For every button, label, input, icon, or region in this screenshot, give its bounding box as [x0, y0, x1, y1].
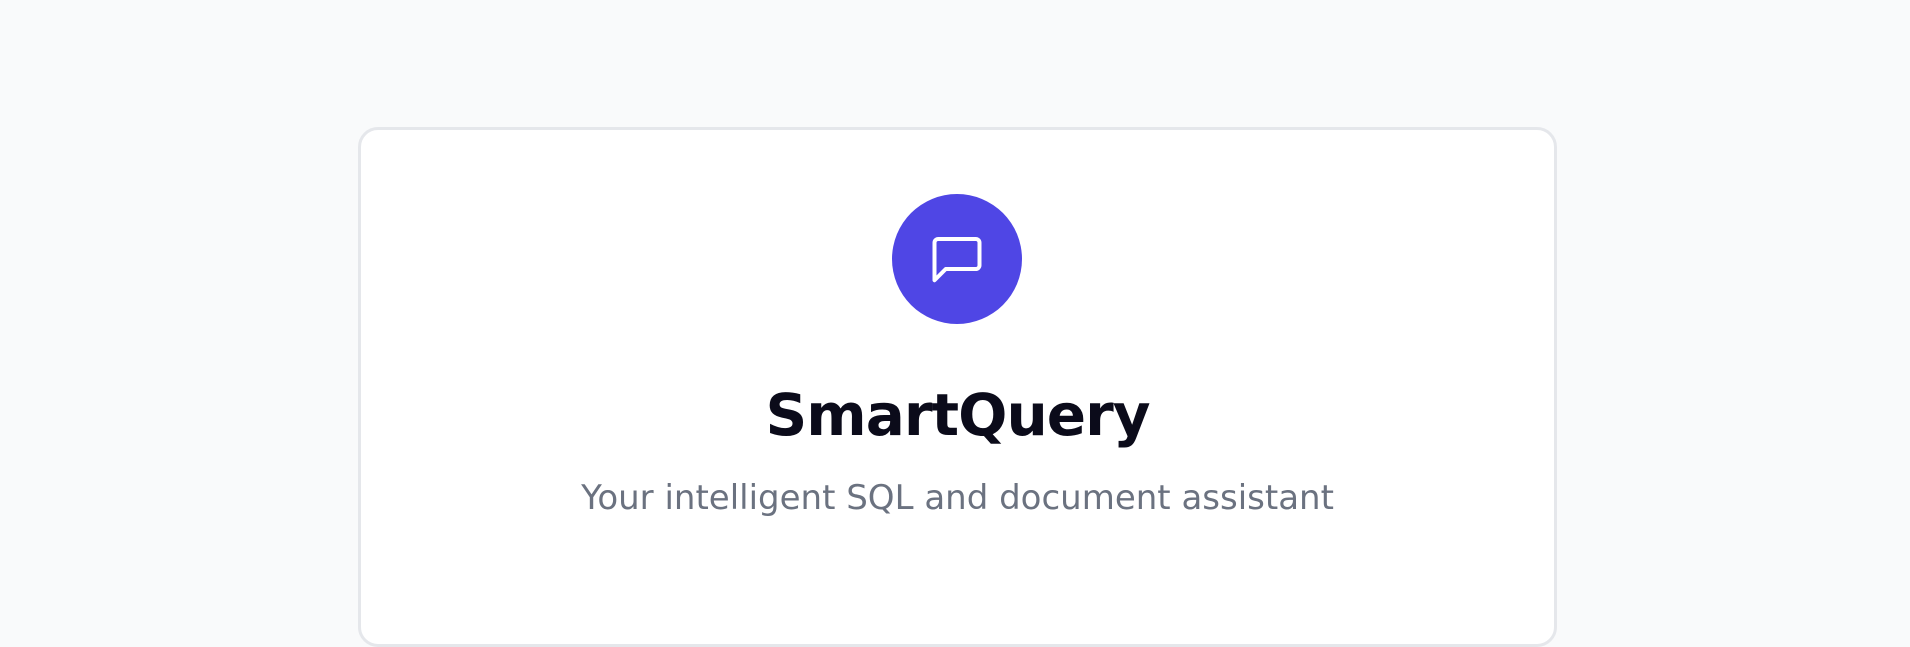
welcome-card: SmartQuery Your intelligent SQL and docu…: [358, 127, 1557, 647]
app-subtitle: Your intelligent SQL and document assist…: [581, 478, 1334, 518]
app-title: SmartQuery: [765, 381, 1150, 449]
chat-bubble-icon: [932, 237, 982, 283]
logo: [892, 194, 1022, 324]
